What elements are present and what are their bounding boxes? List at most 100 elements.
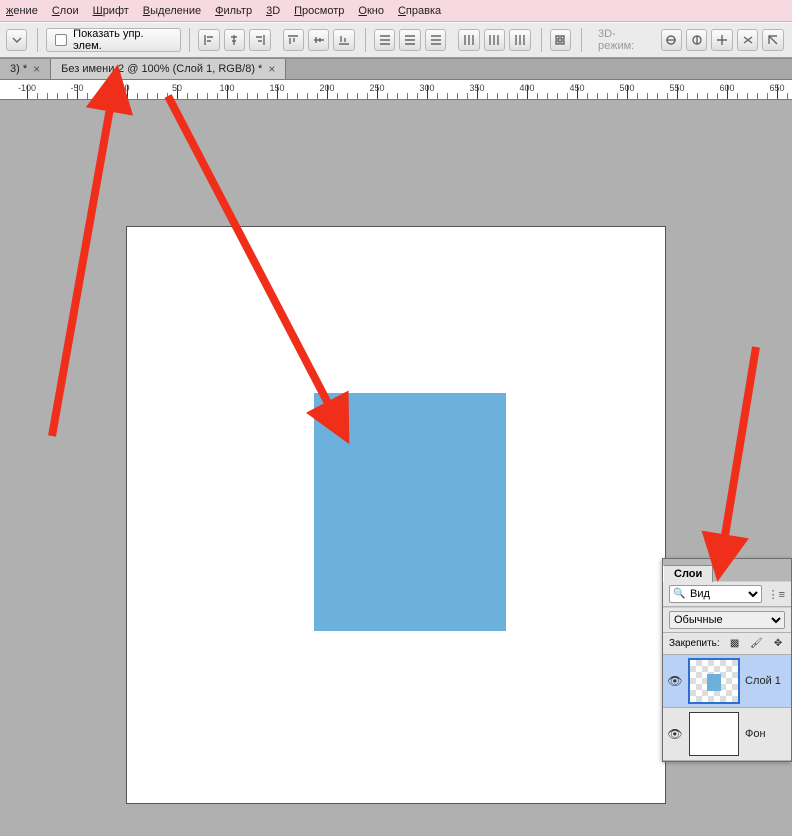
layer-thumbnail-content xyxy=(707,674,721,691)
menu-item-filter[interactable]: Фильтр xyxy=(215,5,252,17)
ruler-tick-minor xyxy=(97,93,98,99)
ruler-tick-minor xyxy=(197,93,198,99)
ruler-tick-label: -100 xyxy=(18,83,36,93)
ruler-tick-minor xyxy=(367,93,368,99)
ruler-tick-minor xyxy=(567,93,568,99)
ruler-tick-minor xyxy=(667,93,668,99)
ruler-tick-minor xyxy=(657,93,658,99)
blue-shape-layer[interactable] xyxy=(314,393,506,631)
layers-panel: Слои 🔍 Вид ⋮≡ Обычные Закрепить: ▩ 🖌 ✥ 👁 xyxy=(662,558,792,762)
menu-item-image[interactable]: жение xyxy=(6,5,38,17)
ruler-tick-minor xyxy=(267,93,268,99)
ruler-tick-label: 350 xyxy=(469,83,484,93)
distribute-right-icon[interactable] xyxy=(509,29,530,51)
ruler-tick-minor xyxy=(647,93,648,99)
ruler-tick-minor xyxy=(687,93,688,99)
ruler-tick-minor xyxy=(387,93,388,99)
options-bar: Показать упр. элем. 3D-режим: xyxy=(0,22,792,58)
blend-mode-select[interactable]: Обычные xyxy=(669,611,785,629)
ruler-tick-label: 100 xyxy=(219,83,234,93)
layer-name-label[interactable]: Фон xyxy=(745,728,766,740)
ruler-tick-label: 0 xyxy=(124,83,129,93)
ruler-tick-minor xyxy=(547,93,548,99)
layer-item-layer1[interactable]: 👁 Слой 1 xyxy=(663,655,791,708)
ruler-tick-minor xyxy=(517,93,518,99)
ruler-tick-minor xyxy=(417,93,418,99)
ruler-tick-minor xyxy=(147,93,148,99)
horizontal-ruler[interactable]: -100-50050100150200250300350400450500550… xyxy=(0,80,792,100)
separator xyxy=(581,28,582,52)
ruler-tick-minor xyxy=(537,93,538,99)
align-bottom-edges-icon[interactable] xyxy=(333,29,354,51)
auto-align-icon[interactable] xyxy=(550,29,571,51)
3d-orbit-icon[interactable] xyxy=(661,29,682,51)
ruler-tick-minor xyxy=(287,93,288,99)
layer-name-label[interactable]: Слой 1 xyxy=(745,675,781,687)
lock-pixels-icon[interactable]: 🖌 xyxy=(749,638,763,649)
3d-scale-icon[interactable] xyxy=(762,29,783,51)
ruler-tick-label: 250 xyxy=(369,83,384,93)
layer-item-background[interactable]: 👁 Фон xyxy=(663,708,791,761)
align-vertical-centers-icon[interactable] xyxy=(308,29,329,51)
ruler-tick-minor xyxy=(447,93,448,99)
document-tab-active[interactable]: Без имени-2 @ 100% (Слой 1, RGB/8) * × xyxy=(51,59,286,79)
ruler-tick-minor xyxy=(117,93,118,99)
menu-item-view[interactable]: Просмотр xyxy=(294,5,344,17)
separator xyxy=(365,28,366,52)
ruler-tick-minor xyxy=(37,93,38,99)
menu-item-select[interactable]: Выделение xyxy=(143,5,201,17)
layer-thumbnail[interactable] xyxy=(689,659,739,703)
ruler-tick-minor xyxy=(737,93,738,99)
layer-thumbnail[interactable] xyxy=(689,712,739,756)
lock-transparency-icon[interactable]: ▩ xyxy=(728,638,742,649)
lock-position-icon[interactable]: ✥ xyxy=(771,638,785,649)
separator xyxy=(541,28,542,52)
3d-pan-icon[interactable] xyxy=(711,29,732,51)
ruler-tick-minor xyxy=(557,93,558,99)
ruler-tick-label: 150 xyxy=(269,83,284,93)
ruler-tick-minor xyxy=(217,93,218,99)
toolpreset-dropdown[interactable] xyxy=(6,29,27,51)
ruler-tick-minor xyxy=(237,93,238,99)
ruler-tick-label: 500 xyxy=(619,83,634,93)
distribute-hcenter-icon[interactable] xyxy=(484,29,505,51)
menu-item-layers[interactable]: Слои xyxy=(52,5,79,17)
tab-label: 3) * xyxy=(10,63,27,75)
menu-item-window[interactable]: Окно xyxy=(358,5,384,17)
artboard[interactable] xyxy=(127,227,665,803)
align-right-edges-icon[interactable] xyxy=(249,29,270,51)
distribute-vcenter-icon[interactable] xyxy=(399,29,420,51)
visibility-eye-icon[interactable]: 👁 xyxy=(667,727,683,741)
distribute-bottom-icon[interactable] xyxy=(425,29,446,51)
ruler-tick-minor xyxy=(67,93,68,99)
menu-item-help[interactable]: Справка xyxy=(398,5,441,17)
menu-item-font[interactable]: Шрифт xyxy=(93,5,129,17)
tab-close-icon[interactable]: × xyxy=(33,62,40,76)
ruler-tick-minor xyxy=(787,93,788,99)
ruler-tick-minor xyxy=(107,93,108,99)
ruler-tick-label: 50 xyxy=(172,83,182,93)
show-controls-checkbox[interactable]: Показать упр. элем. xyxy=(46,28,181,52)
tab-close-icon[interactable]: × xyxy=(268,62,275,76)
ruler-tick-minor xyxy=(317,93,318,99)
show-controls-label: Показать упр. элем. xyxy=(73,28,172,52)
distribute-top-icon[interactable] xyxy=(374,29,395,51)
ruler-tick-minor xyxy=(247,93,248,99)
layers-panel-tab[interactable]: Слои xyxy=(663,565,713,582)
ruler-tick-minor xyxy=(87,93,88,99)
canvas-area: Слои 🔍 Вид ⋮≡ Обычные Закрепить: ▩ 🖌 ✥ 👁 xyxy=(0,100,792,836)
panel-menu-icon[interactable]: ⋮≡ xyxy=(768,588,785,601)
distribute-left-icon[interactable] xyxy=(458,29,479,51)
menu-item-3d[interactable]: 3D xyxy=(266,5,280,17)
3d-slide-icon[interactable] xyxy=(737,29,758,51)
ruler-tick-minor xyxy=(207,93,208,99)
layers-filter-kind[interactable]: 🔍 Вид xyxy=(669,585,762,603)
document-tab-partial[interactable]: 3) * × xyxy=(0,59,51,79)
align-left-edges-icon[interactable] xyxy=(198,29,219,51)
ruler-tick-minor xyxy=(257,93,258,99)
3d-roll-icon[interactable] xyxy=(686,29,707,51)
align-top-edges-icon[interactable] xyxy=(283,29,304,51)
align-horizontal-centers-icon[interactable] xyxy=(224,29,245,51)
menu-bar: жение Слои Шрифт Выделение Фильтр 3D Про… xyxy=(0,0,792,22)
visibility-eye-icon[interactable]: 👁 xyxy=(667,674,683,688)
